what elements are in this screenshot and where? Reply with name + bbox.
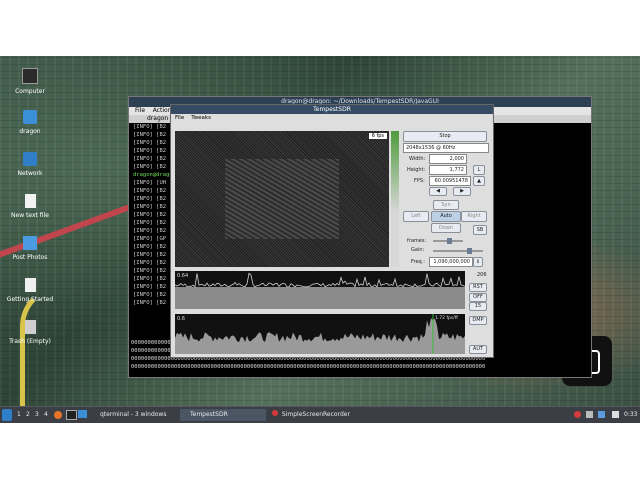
frames-slider-thumb[interactable]: [447, 238, 452, 244]
fps-up-button[interactable]: ▲: [473, 176, 485, 186]
plot1-svg: [175, 272, 465, 309]
tray-network-icon[interactable]: [586, 411, 593, 418]
fifteen-button[interactable]: 15: [469, 302, 487, 311]
sb-button[interactable]: SB: [473, 225, 487, 235]
workspace-2[interactable]: 2: [26, 409, 30, 421]
tray-bluetooth-icon[interactable]: [598, 411, 605, 418]
frames-label: frames:: [407, 238, 427, 244]
freq-spinner[interactable]: ⇕: [473, 257, 483, 267]
tray-volume-icon[interactable]: [612, 411, 619, 418]
frequency-field[interactable]: 1,090,000,000: [429, 257, 473, 267]
resolution-select[interactable]: 2048x1536 @ 60Hz: [403, 143, 489, 153]
terminal-launcher-icon[interactable]: [66, 410, 77, 420]
terminal-zeros: 0000000000000000000000000000000000000000…: [131, 364, 486, 370]
tempestsdr-window[interactable]: TempestSDR File Tweaks 6 fps Stop 2048x1…: [170, 104, 494, 358]
desktop-icon-home[interactable]: dragon: [0, 110, 60, 135]
plot2-marker-label: 1.72 fps/ff: [435, 316, 458, 321]
task-qterminal-label: qterminal - 3 windows: [100, 411, 167, 418]
height-field[interactable]: 1,772: [429, 165, 467, 175]
task-tempestsdr[interactable]: TempestSDR: [180, 409, 266, 421]
off-button[interactable]: OFF: [469, 293, 487, 302]
menu-file[interactable]: File: [175, 115, 184, 121]
down-button[interactable]: Down: [431, 223, 461, 233]
tray-recorder-icon[interactable]: [574, 411, 581, 418]
fps-overlay: 6 fps: [368, 133, 387, 139]
task-qterminal[interactable]: qterminal - 3 windows: [90, 409, 186, 421]
firefox-icon[interactable]: [54, 411, 62, 419]
plot1-label: 0.64: [177, 273, 189, 279]
height-label: Height:: [407, 167, 426, 173]
desktop-icon-computer[interactable]: Computer: [0, 68, 60, 95]
desktop-icon-network[interactable]: Network: [0, 152, 60, 177]
signal-plot-1: 0.64: [175, 271, 465, 309]
image-region: [225, 159, 339, 239]
plot2-label: 0.6: [177, 316, 185, 322]
dmp-button[interactable]: DMP: [469, 316, 487, 325]
task-simplescreenrecorder-label: SimpleScreenRecorder: [281, 411, 350, 418]
desktop-icon-post-photos[interactable]: Post Photos: [0, 236, 60, 261]
files-launcher-icon[interactable]: [78, 410, 87, 418]
clock[interactable]: 0:33: [624, 409, 637, 421]
sync-button[interactable]: Syn: [433, 200, 459, 210]
tempestsdr-menubar: File Tweaks: [171, 114, 493, 122]
home-folder-icon: [23, 110, 37, 124]
auto-correlation-strip: [391, 131, 399, 267]
plot2-svg: [175, 314, 465, 354]
auto-button[interactable]: Auto: [431, 211, 461, 222]
recorder-icon: [272, 410, 278, 416]
workspace-3[interactable]: 3: [35, 409, 39, 421]
text-file-icon: [24, 194, 36, 208]
task-tempestsdr-label: TempestSDR: [190, 411, 228, 418]
workspace-1[interactable]: 1: [17, 409, 21, 421]
fps-left-button[interactable]: ◀: [429, 187, 447, 196]
width-label: Width:: [409, 156, 426, 162]
task-simplescreenrecorder[interactable]: SimpleScreenRecorder: [262, 409, 358, 421]
aut-button[interactable]: AUT: [469, 345, 487, 354]
workspace-4[interactable]: 4: [44, 409, 48, 421]
gain-slider[interactable]: [433, 248, 483, 254]
right-button[interactable]: Right: [461, 211, 487, 222]
computer-icon: [22, 68, 38, 84]
document-icon: [24, 278, 36, 292]
taskbar: 1 2 3 4 qterminal - 3 windows TempestSDR…: [0, 406, 640, 423]
side-value-label: 206: [477, 272, 487, 278]
left-button[interactable]: Left: [403, 211, 429, 222]
freq-label: Freq.:: [411, 259, 425, 265]
signal-plot-2: 0.6 1.72 fps/ff: [175, 314, 465, 354]
video-preview[interactable]: 6 fps: [175, 131, 389, 267]
desktop-icon-trash[interactable]: Trash (Empty): [0, 320, 60, 345]
width-field[interactable]: 2,000: [429, 154, 467, 164]
trash-icon: [24, 320, 36, 334]
fps-label: FPS:: [414, 178, 425, 184]
menu-tweaks[interactable]: Tweaks: [191, 115, 211, 121]
desktop-icon-getting-started[interactable]: Getting Started: [0, 278, 60, 303]
stop-button[interactable]: Stop: [403, 131, 487, 142]
tempestsdr-titlebar[interactable]: TempestSDR: [171, 105, 493, 114]
folder-icon: [23, 236, 37, 250]
start-menu-icon[interactable]: [2, 409, 12, 421]
rst-button[interactable]: RST: [469, 283, 487, 292]
gain-slider-thumb[interactable]: [467, 248, 472, 254]
menu-file[interactable]: File: [135, 107, 145, 114]
fps-right-button[interactable]: ▶: [453, 187, 471, 196]
network-icon: [23, 152, 37, 166]
desktop-icon-new-text-file[interactable]: New text file: [0, 194, 60, 219]
gain-label: Gain:: [411, 247, 425, 253]
fps-field[interactable]: 60.00951478: [429, 176, 471, 186]
l-button[interactable]: L: [473, 165, 485, 175]
frames-slider[interactable]: [433, 238, 463, 244]
